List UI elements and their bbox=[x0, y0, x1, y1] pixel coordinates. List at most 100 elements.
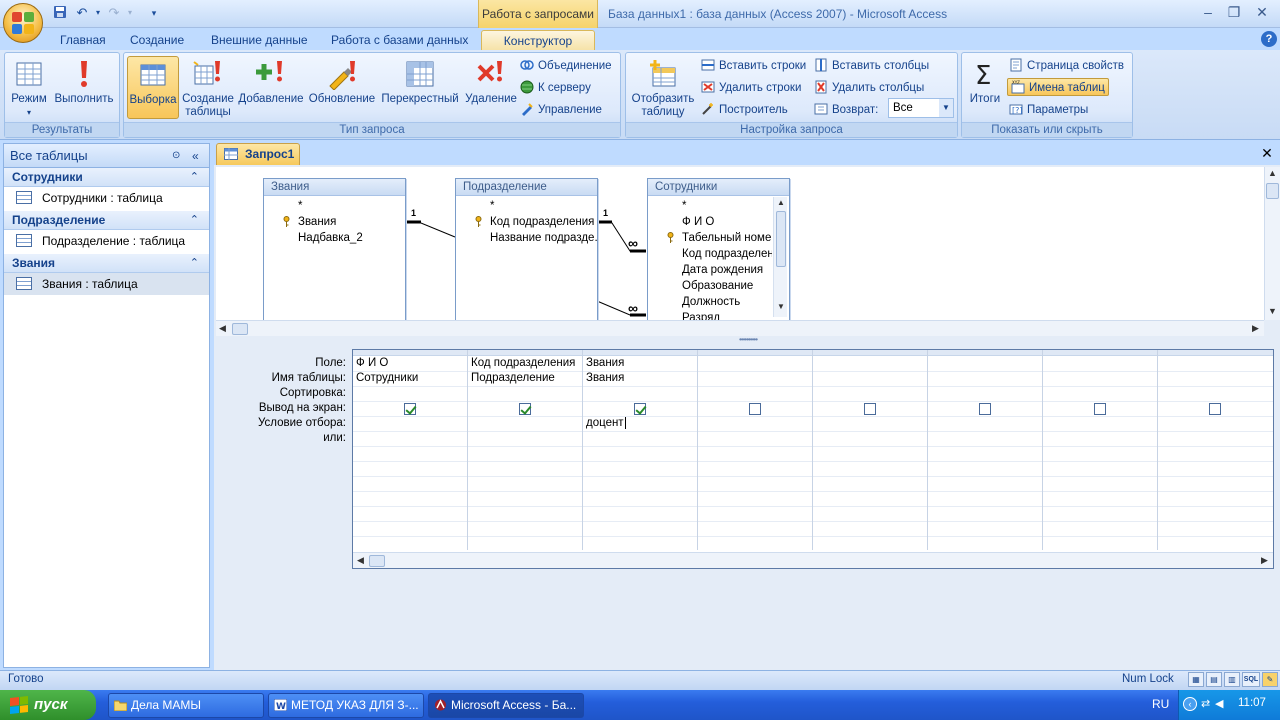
insert-rows-button[interactable]: Вставить строки bbox=[701, 57, 806, 75]
append-query-button[interactable]: Добавление bbox=[237, 56, 305, 106]
scroll-thumb[interactable] bbox=[232, 323, 248, 335]
show-table-button[interactable]: Отобразить таблицу bbox=[628, 56, 698, 119]
scroll-down-icon[interactable]: ▼ bbox=[1268, 306, 1277, 316]
customize-qat-icon[interactable]: ▾ bbox=[146, 5, 162, 21]
show-checkbox[interactable] bbox=[404, 403, 416, 415]
datasheet-view-icon[interactable]: ▦ bbox=[1188, 672, 1204, 687]
sort-cell[interactable] bbox=[583, 386, 697, 401]
update-query-button[interactable]: Обновление bbox=[307, 56, 377, 106]
criteria-cell[interactable] bbox=[468, 416, 582, 431]
show-checkbox[interactable] bbox=[1094, 403, 1106, 415]
data-definition-button[interactable]: Управление bbox=[520, 101, 602, 119]
save-icon[interactable] bbox=[52, 5, 68, 21]
table-cell[interactable]: Подразделение bbox=[468, 371, 582, 386]
design-view-icon[interactable]: ✎ bbox=[1262, 672, 1278, 687]
sort-cell[interactable] bbox=[468, 386, 582, 401]
tab-external-data[interactable]: Внешние данные bbox=[201, 30, 318, 50]
field-list-row[interactable]: Табельный номе bbox=[648, 230, 772, 246]
sql-view-button[interactable]: SQL bbox=[1242, 672, 1260, 687]
pane-splitter[interactable]: •••••••••• bbox=[216, 336, 1280, 344]
field-list-employees[interactable]: Сотрудники * Ф И О Табельный номе Код по… bbox=[647, 178, 790, 320]
scroll-thumb[interactable] bbox=[776, 211, 786, 267]
field-list-row[interactable]: * bbox=[456, 198, 597, 214]
nav-group-department[interactable]: Подразделение ⌃ bbox=[4, 211, 209, 230]
criteria-cell[interactable]: доцент bbox=[583, 416, 697, 431]
make-table-button[interactable]: Создание таблицы bbox=[181, 56, 235, 119]
delete-query-button[interactable]: Удаление bbox=[463, 56, 519, 106]
criteria-cell[interactable] bbox=[353, 416, 467, 431]
select-query-button[interactable]: Выборка bbox=[127, 56, 179, 119]
builder-button[interactable]: Построитель bbox=[701, 101, 788, 119]
field-list-title[interactable]: Сотрудники bbox=[648, 179, 789, 196]
show-checkbox[interactable] bbox=[1209, 403, 1221, 415]
insert-columns-button[interactable]: Вставить столбцы bbox=[814, 57, 929, 75]
field-list-row[interactable]: Звания bbox=[264, 214, 405, 230]
field-list-row[interactable]: Ф И О bbox=[648, 214, 772, 230]
taskbar-item-folder[interactable]: Дела МАМЫ bbox=[108, 693, 264, 718]
nav-item-ranks-table[interactable]: Звания : таблица bbox=[4, 273, 209, 295]
tray-expand-icon[interactable]: ‹ bbox=[1183, 697, 1197, 711]
property-sheet-button[interactable]: Страница свойств bbox=[1009, 57, 1124, 75]
language-indicator[interactable]: RU bbox=[1152, 697, 1169, 711]
field-list-row[interactable]: Код подразделен bbox=[648, 246, 772, 262]
field-list-row[interactable]: Дата рождения bbox=[648, 262, 772, 278]
table-cell[interactable]: Звания bbox=[583, 371, 697, 386]
field-list-scrollbar[interactable]: ▲ ▼ bbox=[773, 197, 787, 317]
redo-icon[interactable]: ↷ bbox=[106, 5, 122, 21]
field-list-ranks[interactable]: Звания * Звания Надбавка_2 bbox=[263, 178, 406, 320]
help-icon[interactable]: ? bbox=[1261, 31, 1277, 47]
tab-home[interactable]: Главная bbox=[50, 30, 116, 50]
run-button[interactable]: Выполнить bbox=[51, 56, 117, 106]
undo-dropdown-icon[interactable]: ▾ bbox=[90, 5, 106, 21]
nav-item-department-table[interactable]: Подразделение : таблица bbox=[4, 230, 209, 252]
field-cell[interactable]: Код подразделения bbox=[468, 356, 582, 371]
nav-group-employees[interactable]: Сотрудники ⌃ bbox=[4, 168, 209, 187]
field-list-title[interactable]: Подразделение bbox=[456, 179, 597, 196]
field-list-row[interactable]: Название подразде. bbox=[456, 230, 597, 246]
pivot-table-view-icon[interactable]: ▤ bbox=[1206, 672, 1222, 687]
taskbar-item-word[interactable]: W МЕТОД УКАЗ ДЛЯ З-... bbox=[268, 693, 424, 718]
grid-hscroll[interactable]: ◀ ▶ bbox=[353, 552, 1273, 568]
show-checkbox[interactable] bbox=[634, 403, 646, 415]
show-checkbox[interactable] bbox=[519, 403, 531, 415]
collapse-pane-icon[interactable]: « bbox=[192, 144, 199, 168]
minimize-icon[interactable]: – bbox=[1196, 2, 1220, 22]
close-document-icon[interactable]: ✕ bbox=[1259, 145, 1275, 161]
field-list-title[interactable]: Звания bbox=[264, 179, 405, 196]
tab-design[interactable]: Конструктор bbox=[481, 30, 595, 50]
pass-through-button[interactable]: К серверу bbox=[520, 79, 591, 97]
scroll-thumb[interactable] bbox=[1266, 183, 1279, 199]
return-select[interactable]: Все ▼ bbox=[888, 98, 954, 118]
field-list-row[interactable]: Надбавка_2 bbox=[264, 230, 405, 246]
close-window-icon[interactable]: ✕ bbox=[1250, 2, 1274, 22]
union-query-button[interactable]: Объединение bbox=[520, 57, 612, 75]
show-checkbox[interactable] bbox=[749, 403, 761, 415]
field-list-row[interactable]: Должность bbox=[648, 294, 772, 310]
scroll-left-icon[interactable]: ◀ bbox=[219, 323, 226, 334]
show-checkbox[interactable] bbox=[979, 403, 991, 415]
undo-icon[interactable]: ↶ bbox=[74, 5, 90, 21]
scroll-left-icon[interactable]: ◀ bbox=[357, 555, 364, 566]
field-list-department[interactable]: Подразделение * Код подразделения Назван… bbox=[455, 178, 598, 320]
office-button[interactable] bbox=[3, 3, 43, 43]
table-pane-vscroll[interactable]: ▲ ▼ bbox=[1264, 167, 1280, 320]
tab-database-tools[interactable]: Работа с базами данных bbox=[321, 30, 478, 50]
parameters-button[interactable]: [?] Параметры bbox=[1009, 101, 1088, 119]
restore-icon[interactable]: ❐ bbox=[1222, 2, 1246, 22]
field-list-row[interactable]: Код подразделения bbox=[456, 214, 597, 230]
view-mode-button[interactable]: Режим ▾ bbox=[7, 56, 51, 119]
scroll-up-icon[interactable]: ▲ bbox=[774, 197, 788, 209]
field-list-row[interactable]: * bbox=[648, 198, 772, 214]
sort-cell[interactable] bbox=[353, 386, 467, 401]
totals-button[interactable]: Σ Итоги bbox=[965, 56, 1005, 106]
delete-rows-button[interactable]: Удалить строки bbox=[701, 79, 801, 97]
field-cell[interactable]: Ф И О bbox=[353, 356, 467, 371]
crosstab-query-button[interactable]: Перекрестный bbox=[379, 56, 461, 106]
table-names-button[interactable]: XYZ Имена таблиц bbox=[1007, 78, 1109, 96]
table-cell[interactable]: Сотрудники bbox=[353, 371, 467, 386]
tab-create[interactable]: Создание bbox=[120, 30, 194, 50]
start-button[interactable]: пуск bbox=[0, 690, 96, 720]
field-list-row[interactable]: * bbox=[264, 198, 405, 214]
field-list-row[interactable]: Образование bbox=[648, 278, 772, 294]
nav-group-ranks[interactable]: Звания ⌃ bbox=[4, 254, 209, 273]
